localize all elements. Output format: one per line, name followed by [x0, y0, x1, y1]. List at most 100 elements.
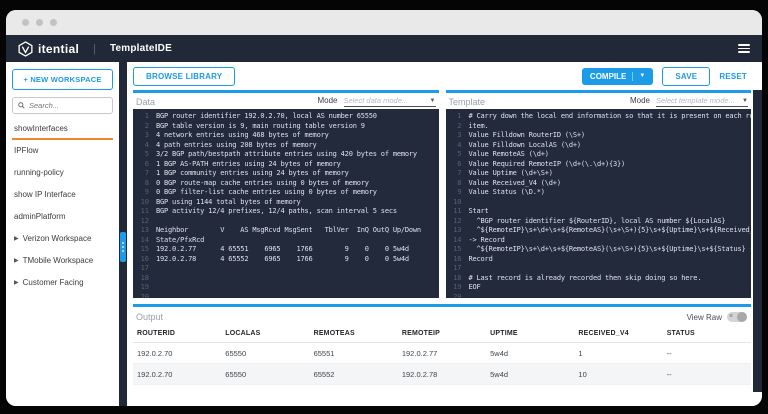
output-cell: 5w4d — [486, 364, 574, 385]
sidebar-item[interactable]: running-policy — [12, 162, 113, 184]
right-splitter[interactable] — [753, 90, 762, 392]
code-line: 4Value Filldown LocalAS (\d+) — [446, 141, 752, 151]
output-table-header-row: ROUTERIDLOCALASREMOTEASREMOTEIPUPTIMEREC… — [133, 325, 751, 343]
code-line: 16192.0.2.78 4 65552 6965 1766 9 0 0 5w4… — [133, 255, 439, 265]
code-line: 10BGP using 1144 total bytes of memory — [133, 198, 439, 208]
save-button[interactable]: SAVE — [662, 67, 710, 86]
toggle-off-x-icon: × — [729, 312, 733, 322]
sidebar-splitter — [119, 62, 127, 406]
data-mode-select[interactable]: Select data mode... ▼ — [344, 96, 436, 107]
code-line: 8Value Received_V4 (\d+) — [446, 179, 752, 189]
menu-icon[interactable] — [738, 44, 750, 53]
data-panel-title: Data — [136, 97, 155, 107]
sidebar-item-label: show IP Interface — [14, 190, 76, 199]
output-cell: 1 — [574, 343, 662, 364]
sidebar-item-label: running-policy — [14, 168, 64, 177]
compile-split-divider — [632, 72, 633, 81]
code-line: 13 ^${RemoteIP}\s+\d+\s+${RemoteAS}(\s+\… — [446, 226, 752, 236]
data-mode-label: Mode — [317, 96, 337, 105]
output-cell: 65551 — [310, 343, 398, 364]
sidebar-item[interactable]: IPFlow — [12, 140, 113, 162]
output-cell: 10 — [574, 364, 662, 385]
output-column-header: REMOTEAS — [310, 325, 398, 343]
output-table: ROUTERIDLOCALASREMOTEASREMOTEIPUPTIMEREC… — [133, 325, 751, 385]
output-table-body: 192.0.2.706555065551192.0.2.775w4d1--192… — [133, 343, 751, 385]
splitter-drag-handle[interactable] — [120, 232, 126, 262]
output-cell: 192.0.2.77 — [398, 343, 486, 364]
brand-name: itential — [38, 42, 79, 56]
chevron-down-icon: ▼ — [430, 98, 436, 104]
template-editor[interactable]: 1# Carry down the local end information … — [446, 109, 752, 298]
code-line: 15 ^${RemoteIP}\s+\d+\s+${RemoteAS}(\s+\… — [446, 245, 752, 255]
code-line: 1BGP router identifier 192.0.2.70, local… — [133, 112, 439, 122]
sidebar-item[interactable]: adminPlatform — [12, 206, 113, 228]
output-panel-title: Output — [136, 312, 163, 322]
output-cell: 65550 — [221, 364, 309, 385]
output-cell: -- — [663, 343, 751, 364]
sidebar: + NEW WORKSPACE showInterfaces IPFlow runn… — [6, 62, 119, 406]
code-line: 16Record — [446, 255, 752, 265]
reset-button[interactable]: RESET — [719, 72, 747, 81]
sidebar-item-label: IPFlow — [14, 146, 38, 155]
output-column-header: UPTIME — [486, 325, 574, 343]
code-line: 13Neighbor V AS MsgRcvd MsgSent TblVer I… — [133, 226, 439, 236]
sidebar-item[interactable]: showInterfaces — [12, 118, 113, 140]
code-line: 34 network entries using 468 bytes of me… — [133, 131, 439, 141]
expand-caret-icon[interactable]: ▶ — [14, 235, 19, 242]
template-panel: Template Mode Select template mode... ▼ … — [446, 90, 752, 298]
compile-dropdown-caret-icon[interactable]: ▼ — [639, 73, 645, 79]
sidebar-item[interactable]: show IP Interface — [12, 184, 113, 206]
code-line: 9Value Status (\D.*) — [446, 188, 752, 198]
search-input[interactable] — [29, 101, 107, 110]
code-line: 2item. — [446, 122, 752, 132]
output-table-row: 192.0.2.706555065551192.0.2.775w4d1-- — [133, 343, 751, 364]
code-line: 71 BGP community entries using 24 bytes … — [133, 169, 439, 179]
code-line: 61 BGP AS-PATH entries using 24 bytes of… — [133, 160, 439, 170]
sidebar-item[interactable]: ▶ Verizon Workspace — [12, 228, 113, 250]
window-control-dot[interactable] — [36, 19, 43, 26]
output-column-header: LOCALAS — [221, 325, 309, 343]
toolbar: BROWSE LIBRARY COMPILE ▼ SAVE RESET — [127, 62, 753, 90]
compile-button[interactable]: COMPILE ▼ — [582, 68, 653, 85]
code-line: 53/2 BGP path/bestpath attribute entries… — [133, 150, 439, 160]
new-workspace-button[interactable]: + NEW WORKSPACE — [12, 69, 113, 90]
workspace-list: showInterfaces IPFlow running-policy show I… — [12, 118, 113, 294]
chevron-down-icon: ▼ — [742, 98, 748, 104]
app-window: itential | TemplateIDE + NEW WORKSPACE s… — [6, 10, 762, 406]
main-area: BROWSE LIBRARY COMPILE ▼ SAVE RESET Data — [127, 62, 753, 406]
window-control-dot[interactable] — [50, 19, 57, 26]
window-control-dot[interactable] — [22, 19, 29, 26]
code-line: 15192.0.2.77 4 65551 6965 1766 9 0 0 5w4… — [133, 245, 439, 255]
output-table-row: 192.0.2.706555065552192.0.2.785w4d10-- — [133, 364, 751, 385]
code-line: 11Start — [446, 207, 752, 217]
browse-library-button[interactable]: BROWSE LIBRARY — [133, 67, 235, 86]
sidebar-item[interactable]: ▶ Customer Facing — [12, 272, 113, 294]
view-raw-label: View Raw — [687, 313, 722, 322]
output-column-header: ROUTERID — [133, 325, 221, 343]
output-cell: -- — [663, 364, 751, 385]
output-cell: 192.0.2.70 — [133, 343, 221, 364]
brand: itential | TemplateIDE — [18, 41, 172, 57]
expand-caret-icon[interactable]: ▶ — [14, 279, 19, 286]
code-line: 17 — [133, 264, 439, 274]
output-column-header: REMOTEIP — [398, 325, 486, 343]
sidebar-item-label: Verizon Workspace — [23, 234, 92, 243]
search-icon — [18, 102, 25, 109]
view-raw-toggle[interactable]: × — [727, 312, 747, 322]
code-line: 17 — [446, 264, 752, 274]
code-line: 6Value Required RemoteIP (\d+(\.\d+){3}) — [446, 160, 752, 170]
sidebar-item[interactable]: ▶TMobile Workspace — [12, 250, 113, 272]
code-line: 3Value Filldown RouterID (\S+) — [446, 131, 752, 141]
code-line: 19EOF — [446, 283, 752, 293]
data-editor[interactable]: 1BGP router identifier 192.0.2.70, local… — [133, 109, 439, 298]
sidebar-item-label: Customer Facing — [23, 278, 84, 287]
code-line: 2BGP table version is 9, main routing ta… — [133, 122, 439, 132]
template-mode-select[interactable]: Select template mode... ▼ — [656, 96, 748, 107]
sidebar-item-label: showInterfaces — [14, 124, 68, 133]
code-line: 12 ^BGP router identifier ${RouterID}, l… — [446, 217, 752, 227]
code-line: 44 path entries using 208 bytes of memor… — [133, 141, 439, 151]
expand-caret-icon[interactable]: ▶ — [14, 257, 19, 264]
code-line: 1# Carry down the local end information … — [446, 112, 752, 122]
search-box[interactable] — [12, 97, 113, 114]
code-line: 14-> Record — [446, 236, 752, 246]
